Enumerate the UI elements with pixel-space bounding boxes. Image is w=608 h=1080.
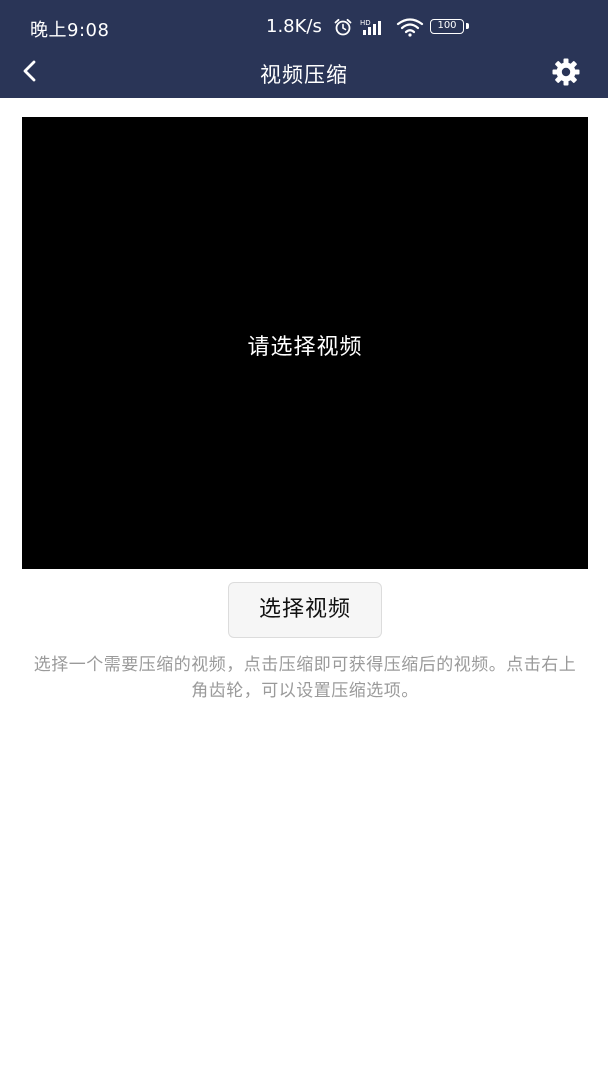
app-bar: 视频压缩 — [0, 48, 608, 98]
select-video-button[interactable]: 选择视频 — [228, 582, 382, 638]
battery-icon: 100 — [430, 19, 464, 34]
wifi-icon — [396, 17, 424, 41]
network-speed: 1.8K/s — [266, 16, 322, 37]
status-bar: 晚上9:08 1.8K/s HD 100 — [0, 0, 608, 48]
battery-cap — [466, 23, 469, 29]
video-placeholder-text: 请选择视频 — [247, 335, 363, 360]
video-preview[interactable]: 请选择视频 — [22, 117, 588, 569]
status-time: 晚上9:08 — [30, 20, 110, 41]
signal-icon: HD — [360, 18, 390, 40]
gear-icon — [551, 57, 581, 91]
page-title: 视频压缩 — [260, 63, 348, 87]
settings-button[interactable] — [548, 56, 584, 92]
screen: 晚上9:08 1.8K/s HD 100 视频压缩 请选择视频 选择视频 选择一… — [0, 0, 608, 1080]
svg-text:HD: HD — [360, 19, 371, 27]
help-text: 选择一个需要压缩的视频，点击压缩即可获得压缩后的视频。点击右上角齿轮，可以设置压… — [33, 655, 577, 701]
alarm-icon — [333, 18, 353, 40]
